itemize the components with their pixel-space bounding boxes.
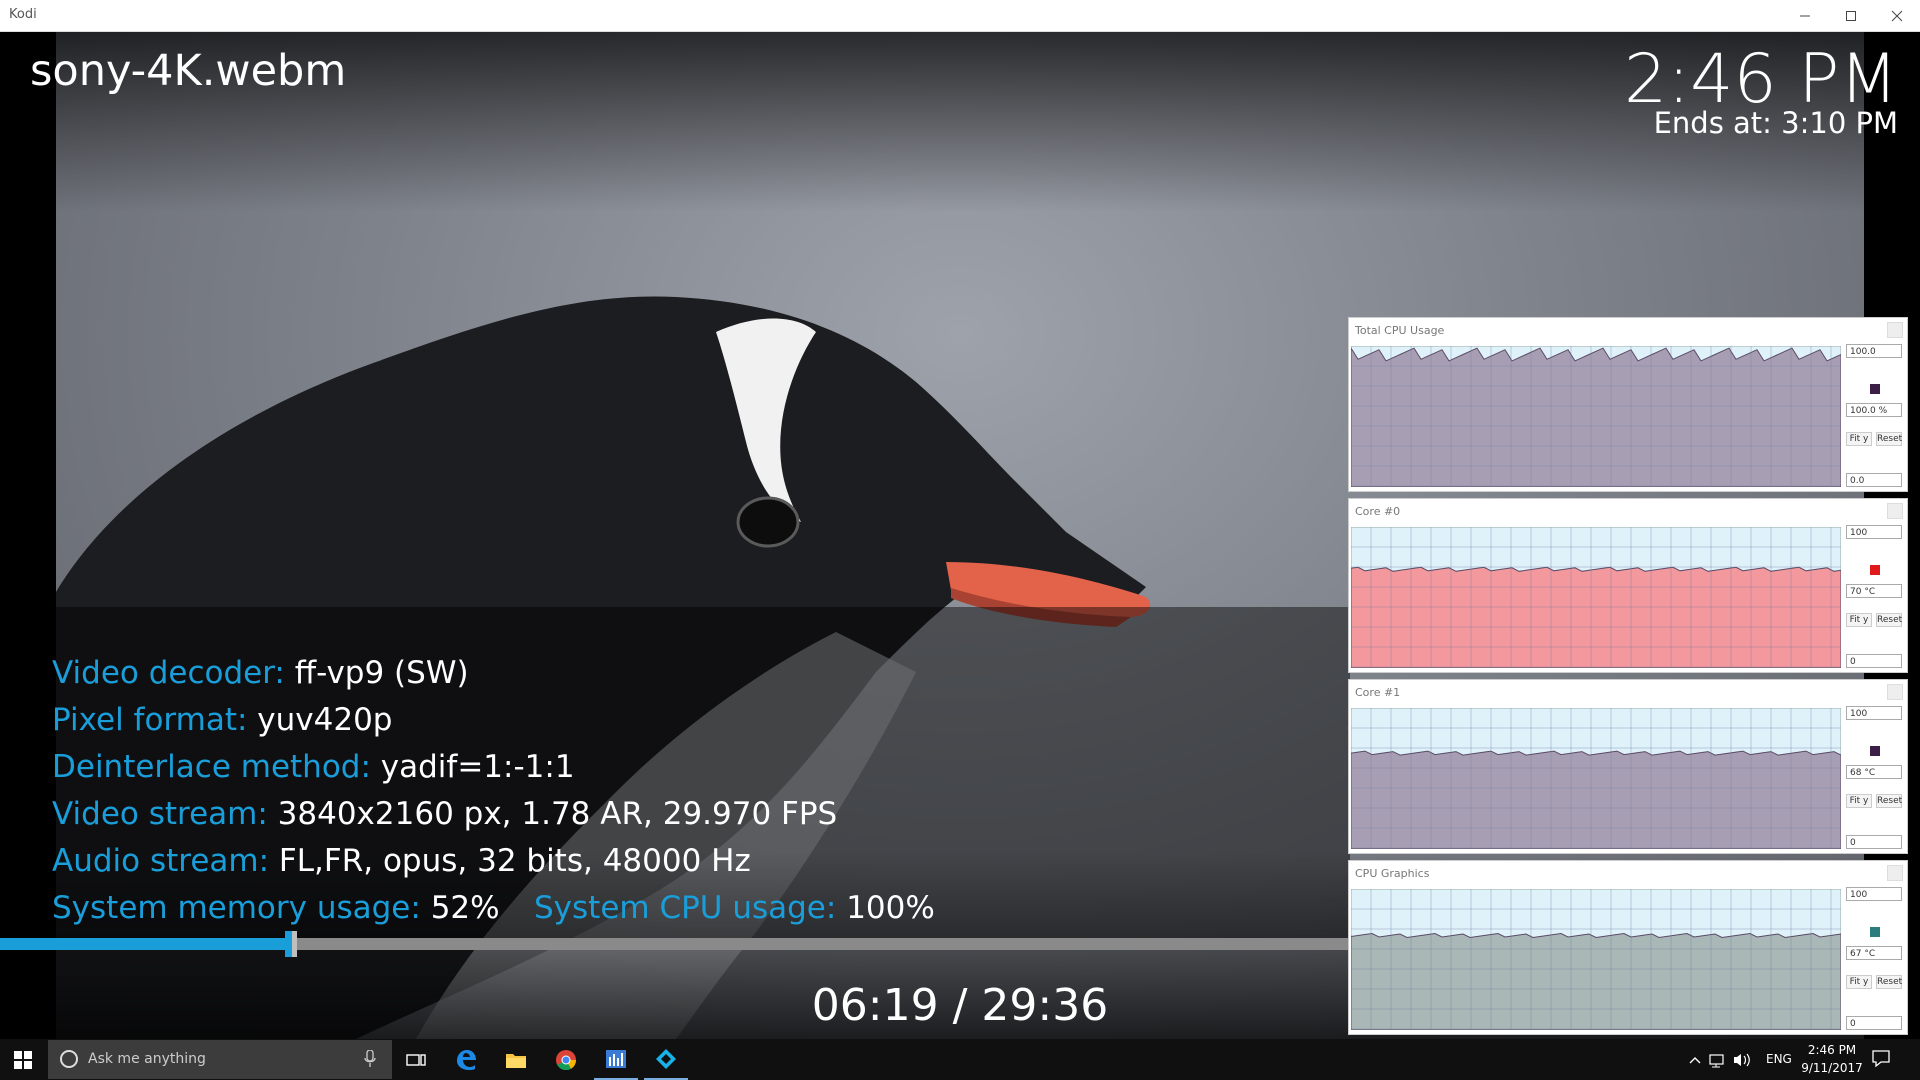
monitor-min-field[interactable]: 0.0 <box>1846 473 1902 487</box>
folder-icon <box>506 1053 526 1068</box>
monitor-cpu-graphics: CPU Graphics 100 67 °C Fit y Reset 0 <box>1348 860 1908 1035</box>
seek-progress <box>0 938 289 950</box>
monitor-graph <box>1351 527 1841 668</box>
info-deinterlace-method: Deinterlace method: yadif=1:-1:1 <box>52 749 575 785</box>
task-view-button[interactable] <box>394 1039 438 1080</box>
fit-y-button[interactable]: Fit y <box>1846 794 1872 808</box>
minimize-icon <box>1800 15 1810 16</box>
reset-button[interactable]: Reset <box>1876 794 1902 808</box>
system-tray-icons[interactable] <box>1688 1050 1762 1070</box>
monitor-close-button[interactable] <box>1887 322 1903 338</box>
monitor-graph <box>1351 889 1841 1030</box>
monitor-max-field[interactable]: 100 <box>1846 887 1902 901</box>
edge-app-button[interactable] <box>444 1039 488 1080</box>
window-titlebar: Kodi <box>0 0 1920 32</box>
language-indicator[interactable]: ENG <box>1766 1052 1792 1066</box>
fit-y-button[interactable]: Fit y <box>1846 432 1872 446</box>
resource-monitor-icon <box>606 1049 626 1068</box>
monitor-min-field[interactable]: 0 <box>1846 835 1902 849</box>
taskbar-date[interactable]: 9/11/2017 <box>1800 1061 1864 1075</box>
monitor-close-button[interactable] <box>1887 503 1903 519</box>
info-pixel-format: Pixel format: yuv420p <box>52 702 393 738</box>
monitor-color-swatch[interactable] <box>1870 384 1880 394</box>
monitor-color-swatch[interactable] <box>1870 927 1880 937</box>
monitor-value-field: 100.0 % <box>1846 403 1902 417</box>
close-icon <box>1891 10 1903 21</box>
monitor-core-0: Core #0 100 70 °C Fit y Reset 0 <box>1348 498 1908 673</box>
windows-logo-icon <box>14 1050 32 1069</box>
action-center-icon[interactable] <box>1872 1049 1890 1067</box>
reset-button[interactable]: Reset <box>1876 975 1902 989</box>
cortana-icon <box>60 1050 78 1068</box>
monitor-total-cpu: Total CPU Usage 100.0 100.0 % Fit y Rese… <box>1348 317 1908 492</box>
seek-bar[interactable] <box>0 931 1350 957</box>
monitor-min-field[interactable]: 0 <box>1846 1016 1902 1030</box>
start-button[interactable] <box>0 1039 46 1080</box>
taskbar-time[interactable]: 2:46 PM <box>1800 1043 1864 1057</box>
info-video-decoder: Video decoder: ff-vp9 (SW) <box>52 655 469 691</box>
monitor-color-swatch[interactable] <box>1870 565 1880 575</box>
microphone-icon[interactable] <box>364 1050 376 1068</box>
monitor-close-button[interactable] <box>1887 684 1903 700</box>
monitor-graph <box>1351 346 1841 487</box>
maximize-button[interactable] <box>1828 0 1874 31</box>
search-placeholder: Ask me anything <box>88 1051 206 1067</box>
file-explorer-app-button[interactable] <box>494 1039 538 1080</box>
chrome-icon <box>556 1049 577 1070</box>
seek-handle[interactable] <box>284 931 297 957</box>
monitor-max-field[interactable]: 100.0 <box>1846 344 1902 358</box>
fit-y-button[interactable]: Fit y <box>1846 613 1872 627</box>
chrome-app-button[interactable] <box>544 1039 588 1080</box>
monitor-color-swatch[interactable] <box>1870 746 1880 756</box>
monitor-core-1: Core #1 100 68 °C Fit y Reset 0 <box>1348 679 1908 854</box>
monitor-max-field[interactable]: 100 <box>1846 706 1902 720</box>
monitor-max-field[interactable]: 100 <box>1846 525 1902 539</box>
resource-monitor-app-button[interactable] <box>594 1039 638 1080</box>
kodi-icon <box>656 1048 676 1069</box>
monitor-min-field[interactable]: 0 <box>1846 654 1902 668</box>
monitor-value-field: 68 °C <box>1846 765 1902 779</box>
monitor-title: Core #1 <box>1355 686 1401 699</box>
window-title: Kodi <box>9 7 37 22</box>
monitor-value-field: 70 °C <box>1846 584 1902 598</box>
monitor-title: CPU Graphics <box>1355 867 1430 880</box>
monitor-title: Core #0 <box>1355 505 1401 518</box>
reset-button[interactable]: Reset <box>1876 432 1902 446</box>
minimize-button[interactable] <box>1782 0 1828 31</box>
reset-button[interactable]: Reset <box>1876 613 1902 627</box>
taskbar: Ask me anything ENG 2:46 PM 9/11/2017 <box>0 1039 1920 1080</box>
chevron-up-icon[interactable] <box>1689 1057 1701 1064</box>
info-audio-stream: Audio stream: FL,FR, opus, 32 bits, 4800… <box>52 843 751 879</box>
kodi-app-button[interactable] <box>644 1039 688 1080</box>
fit-y-button[interactable]: Fit y <box>1846 975 1872 989</box>
info-system-memory: System memory usage: 52% <box>52 890 500 926</box>
volume-icon[interactable] <box>1734 1053 1750 1067</box>
monitor-close-button[interactable] <box>1887 865 1903 881</box>
search-input[interactable]: Ask me anything <box>48 1040 392 1079</box>
network-icon[interactable] <box>1709 1054 1724 1068</box>
close-button[interactable] <box>1874 0 1920 31</box>
file-title: sony-4K.webm <box>30 46 347 96</box>
info-video-stream: Video stream: 3840x2160 px, 1.78 AR, 29.… <box>52 796 838 832</box>
task-view-icon <box>406 1053 426 1066</box>
info-system-cpu: System CPU usage: 100% <box>534 890 935 926</box>
monitor-graph <box>1351 708 1841 849</box>
monitor-title: Total CPU Usage <box>1355 324 1445 337</box>
maximize-icon <box>1846 10 1856 21</box>
edge-icon <box>457 1049 476 1070</box>
video-player[interactable]: sony-4K.webm 2:46 PM Ends at: 3:10 PM Vi… <box>0 32 1920 1039</box>
codec-info-panel: Video decoder: ff-vp9 (SW) Pixel format:… <box>30 607 1350 947</box>
monitor-value-field: 67 °C <box>1846 946 1902 960</box>
ends-at-label: Ends at: 3:10 PM <box>1653 106 1898 140</box>
